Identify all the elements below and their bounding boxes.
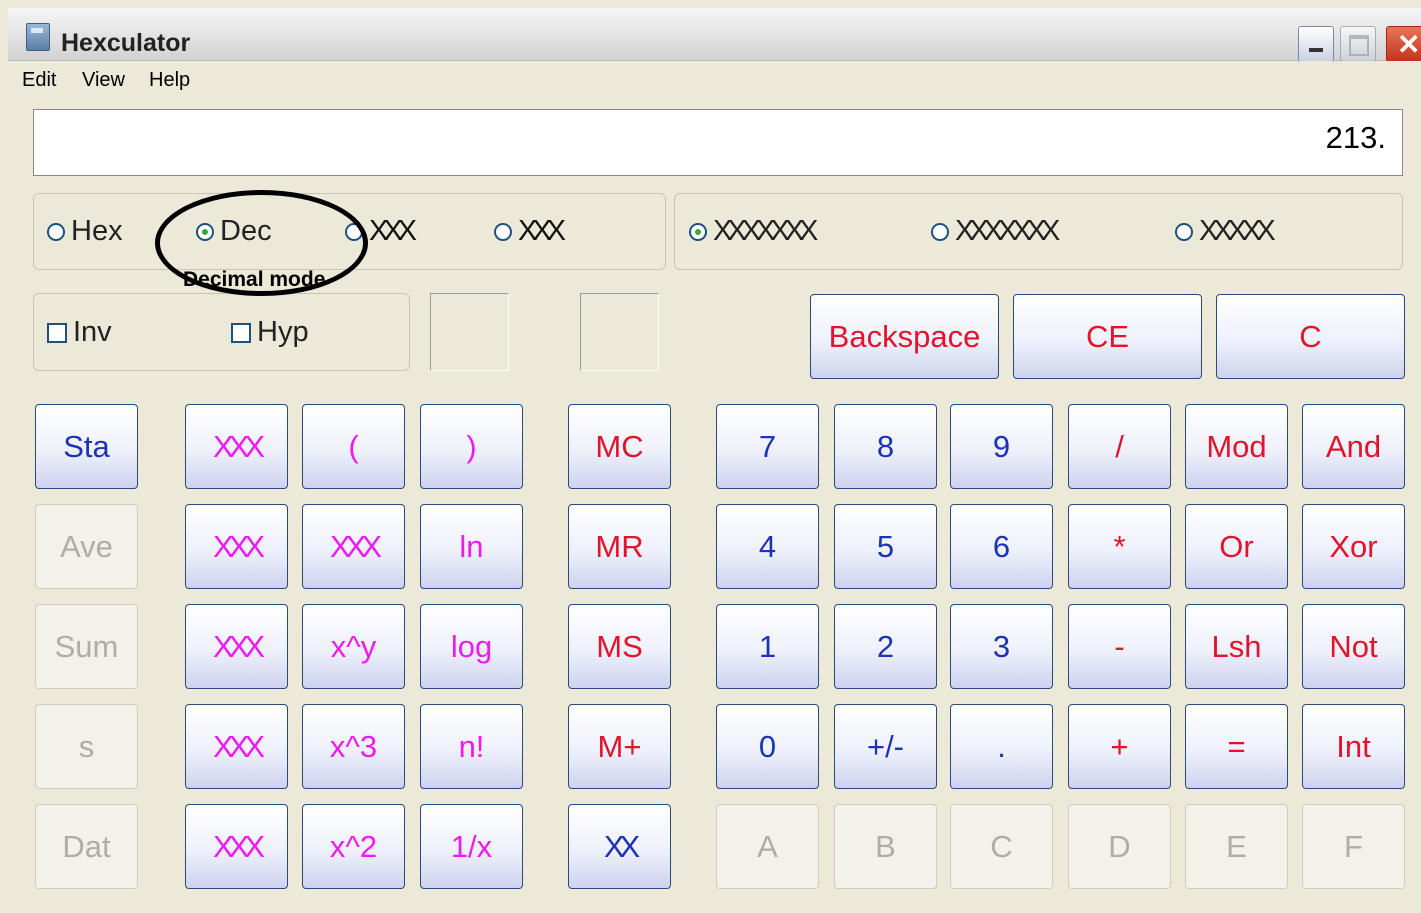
digit-0-button[interactable]: 0 — [716, 704, 819, 789]
dat-button[interactable]: Dat — [35, 804, 138, 889]
not-button[interactable]: Not — [1302, 604, 1405, 689]
divide-button[interactable]: / — [1068, 404, 1171, 489]
radio-angle-1-dot[interactable] — [689, 222, 707, 241]
display-value: 213. — [1325, 120, 1386, 155]
radio-hex[interactable]: Hex — [47, 215, 123, 248]
radio-angle-3-dot[interactable] — [1175, 222, 1193, 241]
radio-base-4-label: XXX — [518, 215, 566, 247]
close-paren-button[interactable]: ) — [420, 404, 523, 489]
inv-check-square[interactable] — [47, 322, 67, 343]
radio-base-4[interactable]: XXX — [494, 215, 566, 248]
window-title: Hexculator — [61, 29, 191, 57]
func-button[interactable]: XXX — [185, 704, 288, 789]
sta-button[interactable]: Sta — [35, 404, 138, 489]
radio-hex-dot[interactable] — [47, 222, 65, 241]
func-button[interactable]: XXX — [185, 604, 288, 689]
maximize-button[interactable] — [1340, 26, 1376, 62]
ms-button[interactable]: MS — [568, 604, 671, 689]
func-button[interactable]: XXX — [302, 504, 405, 589]
radio-angle-2-label: XXXXXXX — [955, 215, 1060, 247]
digit-7-button[interactable]: 7 — [716, 404, 819, 489]
inv-checkbox[interactable]: Inv — [47, 316, 112, 349]
func-button[interactable]: XXX — [185, 804, 288, 889]
menu-edit[interactable]: Edit — [22, 69, 56, 92]
hex-c-button[interactable]: C — [950, 804, 1053, 889]
digit-1-button[interactable]: 1 — [716, 604, 819, 689]
ave-button[interactable]: Ave — [35, 504, 138, 589]
int-button[interactable]: Int — [1302, 704, 1405, 789]
backspace-button[interactable]: Backspace — [810, 294, 999, 379]
equals-button[interactable]: = — [1185, 704, 1288, 789]
radio-base-3-label: XXX — [369, 215, 417, 247]
decimal-point-button[interactable]: . — [950, 704, 1053, 789]
log-button[interactable]: log — [420, 604, 523, 689]
digit-9-button[interactable]: 9 — [950, 404, 1053, 489]
lsh-button[interactable]: Lsh — [1185, 604, 1288, 689]
sum-button[interactable]: Sum — [35, 604, 138, 689]
or-button[interactable]: Or — [1185, 504, 1288, 589]
add-button[interactable]: + — [1068, 704, 1171, 789]
radio-angle-1[interactable]: XXXXXXX — [689, 215, 818, 248]
radio-angle-1-label: XXXXXXX — [713, 215, 818, 247]
minimize-button[interactable] — [1298, 26, 1334, 62]
radio-angle-3-label: XXXXX — [1199, 215, 1276, 247]
clear-entry-button[interactable]: CE — [1013, 294, 1202, 379]
digit-8-button[interactable]: 8 — [834, 404, 937, 489]
digit-6-button[interactable]: 6 — [950, 504, 1053, 589]
radio-hex-label: Hex — [71, 215, 123, 247]
close-button[interactable] — [1386, 26, 1421, 62]
menu-view[interactable]: View — [82, 69, 125, 92]
multiply-button[interactable]: * — [1068, 504, 1171, 589]
hex-e-button[interactable]: E — [1185, 804, 1288, 889]
radio-angle-3[interactable]: XXXXX — [1175, 215, 1276, 248]
hyp-check-square[interactable] — [231, 322, 251, 343]
inv-label: Inv — [73, 316, 112, 348]
title-bar: Hexculator — [8, 8, 1421, 62]
subtract-button[interactable]: - — [1068, 604, 1171, 689]
s-button[interactable]: s — [35, 704, 138, 789]
hex-d-button[interactable]: D — [1068, 804, 1171, 889]
hyp-checkbox[interactable]: Hyp — [231, 316, 309, 349]
mc-button[interactable]: MC — [568, 404, 671, 489]
and-button[interactable]: And — [1302, 404, 1405, 489]
annotation-label: Decimal mode — [183, 268, 326, 291]
digit-3-button[interactable]: 3 — [950, 604, 1053, 689]
open-paren-button[interactable]: ( — [302, 404, 405, 489]
radio-base-4-dot[interactable] — [494, 222, 512, 241]
paren-indicator-box — [580, 293, 659, 371]
calculator-icon — [26, 23, 50, 51]
digit-4-button[interactable]: 4 — [716, 504, 819, 589]
ln-button[interactable]: ln — [420, 504, 523, 589]
hex-b-button[interactable]: B — [834, 804, 937, 889]
reciprocal-button[interactable]: 1/x — [420, 804, 523, 889]
func-button[interactable]: XXX — [185, 504, 288, 589]
menu-bar: Edit View Help — [8, 61, 1421, 99]
hex-a-button[interactable]: A — [716, 804, 819, 889]
radio-angle-2-dot[interactable] — [931, 222, 949, 241]
func-button[interactable]: XXX — [185, 404, 288, 489]
m-plus-button[interactable]: M+ — [568, 704, 671, 789]
hyp-label: Hyp — [257, 316, 309, 348]
negate-button[interactable]: +/- — [834, 704, 937, 789]
memory-indicator-box — [430, 293, 509, 371]
digit-5-button[interactable]: 5 — [834, 504, 937, 589]
result-display: 213. — [33, 109, 1403, 176]
radio-angle-2[interactable]: XXXXXXX — [931, 215, 1060, 248]
hex-f-button[interactable]: F — [1302, 804, 1405, 889]
xor-button[interactable]: Xor — [1302, 504, 1405, 589]
cube-button[interactable]: x^3 — [302, 704, 405, 789]
digit-2-button[interactable]: 2 — [834, 604, 937, 689]
factorial-button[interactable]: n! — [420, 704, 523, 789]
square-button[interactable]: x^2 — [302, 804, 405, 889]
menu-help[interactable]: Help — [149, 69, 190, 92]
memory-xx-button[interactable]: XX — [568, 804, 671, 889]
mod-button[interactable]: Mod — [1185, 404, 1288, 489]
power-button[interactable]: x^y — [302, 604, 405, 689]
mr-button[interactable]: MR — [568, 504, 671, 589]
clear-button[interactable]: C — [1216, 294, 1405, 379]
